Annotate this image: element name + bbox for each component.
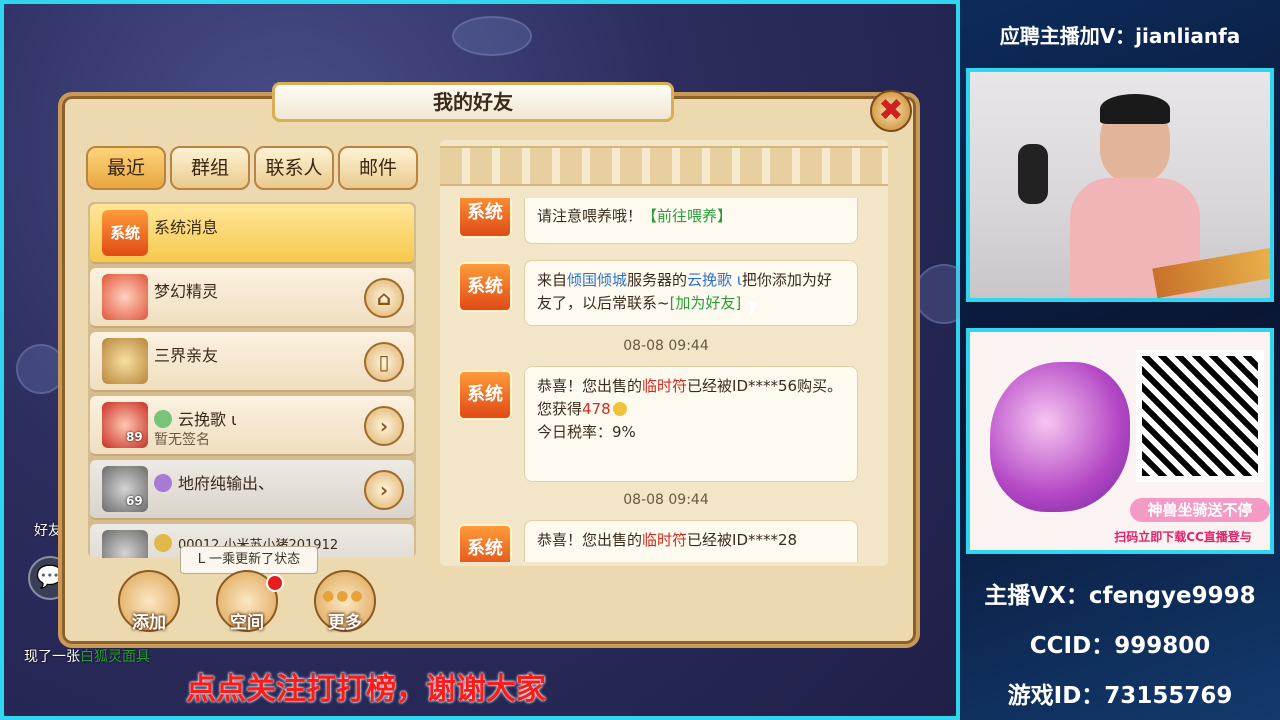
book-icon[interactable]: ▯ [364, 342, 404, 382]
close-button[interactable]: ✖ [870, 90, 912, 132]
friend-avatar [102, 530, 148, 558]
message-bubble: 恭喜！您出售的临时符已经被ID****28 [524, 520, 858, 562]
system-avatar: 系统 [458, 524, 512, 562]
message-bubble: 恭喜！您出售的临时符已经被ID****56购买。 您获得478 今日税率：9% [524, 366, 858, 482]
space-label: 空间 [230, 613, 264, 633]
microphone-icon [1018, 144, 1048, 204]
streamer-hair [1100, 94, 1170, 124]
row-title: 三界亲友 [154, 346, 219, 365]
coin-icon [612, 402, 627, 416]
list-item-family[interactable]: 三界亲友 ▯ [90, 332, 414, 392]
qr-code[interactable] [1136, 350, 1264, 482]
timestamp: 08-08 09:44 [623, 492, 709, 508]
chat-line: 现了一张白狐灵面具 [24, 649, 150, 665]
tab-groups[interactable]: 群组 [170, 146, 250, 190]
dialog-title: 我的好友 [272, 82, 674, 122]
level-badge: 89 [126, 430, 143, 444]
ad-banner: 神兽坐骑送不停 扫码立即下载CC直播登与 [966, 328, 1274, 554]
system-avatar: 系统 [458, 198, 512, 238]
stream-screen: { "dialog": { "title": "我的好友", "close_la… [0, 0, 1280, 720]
status-icon [154, 534, 172, 552]
ccid-text: CCID：999800 [1029, 633, 1211, 659]
system-avatar: 系统 [458, 262, 512, 312]
level-badge: 69 [126, 494, 143, 508]
message-bubble: 请注意喂养哦！【前往喂养】 [524, 198, 858, 244]
streamer-vx: 主播VX：cfengye9998 [984, 583, 1256, 609]
row-title: 地府纯输出、 [154, 470, 274, 494]
game-id-text: 游戏ID：73155769 [1007, 683, 1233, 709]
tab-mail[interactable]: 邮件 [338, 146, 418, 190]
chevron-right-icon[interactable]: › [364, 406, 404, 446]
home-icon[interactable]: ⌂ [364, 278, 404, 318]
system-icon: 系统 [102, 210, 148, 256]
more-label: 更多 [328, 613, 362, 633]
system-avatar: 系统 [458, 370, 512, 420]
decorative-border [440, 146, 888, 186]
tab-recent[interactable]: 最近 [86, 146, 166, 190]
mythic-beast-image [990, 362, 1130, 512]
status-icon [154, 410, 172, 428]
row-title: 梦幻精灵 [154, 282, 219, 301]
row-title: 系统消息 [154, 218, 219, 237]
feed-link[interactable]: 【前往喂养】 [642, 207, 732, 225]
timestamp: 08-08 09:44 [623, 338, 709, 354]
chevron-right-icon[interactable]: › [364, 470, 404, 510]
list-item-friend[interactable]: 89 云挽歌 ι 暂无签名 › [90, 396, 414, 456]
add-label: 添加 [132, 613, 166, 633]
message-bubble: 来自倾国倾城服务器的云挽歌 ι把你添加为好友了，以后常联系~[加为好友] [524, 260, 858, 326]
mouse-cursor-icon [750, 302, 758, 318]
list-item-friend[interactable]: 69 地府纯输出、 › [90, 460, 414, 520]
row-title: 云挽歌 ι [154, 406, 237, 430]
message-list: 系统 请注意喂养哦！【前往喂养】 系统 来自倾国倾城服务器的云挽歌 ι把你添加为… [444, 198, 888, 562]
add-friend-link[interactable]: [加为好友] [670, 294, 742, 312]
scroll-avatar [102, 338, 148, 384]
ad-title: 神兽坐骑送不停 [1130, 498, 1270, 522]
friend-list: 系统 系统消息 梦幻精灵 ⌂ 三界亲友 ▯ 89 云挽歌 ι 暂无签名 › 69… [88, 202, 416, 558]
list-item-elf[interactable]: 梦幻精灵 ⌂ [90, 268, 414, 328]
tab-contacts[interactable]: 联系人 [254, 146, 334, 190]
status-icon [154, 474, 172, 492]
map-decoration [452, 16, 532, 56]
elf-avatar [102, 274, 148, 320]
bottom-banner: 点点关注打打榜，谢谢大家 [186, 672, 546, 707]
ad-subtitle: 扫码立即下载CC直播登与 [1114, 530, 1252, 544]
row-signature: 暂无签名 [154, 432, 210, 448]
list-item-system[interactable]: 系统 系统消息 [90, 204, 414, 264]
recruit-text: 应聘主播加V：jianlianfa [999, 24, 1241, 48]
notification-dot [266, 574, 284, 592]
webcam-feed [966, 68, 1274, 302]
more-dots-icon: ●●● [322, 588, 365, 604]
